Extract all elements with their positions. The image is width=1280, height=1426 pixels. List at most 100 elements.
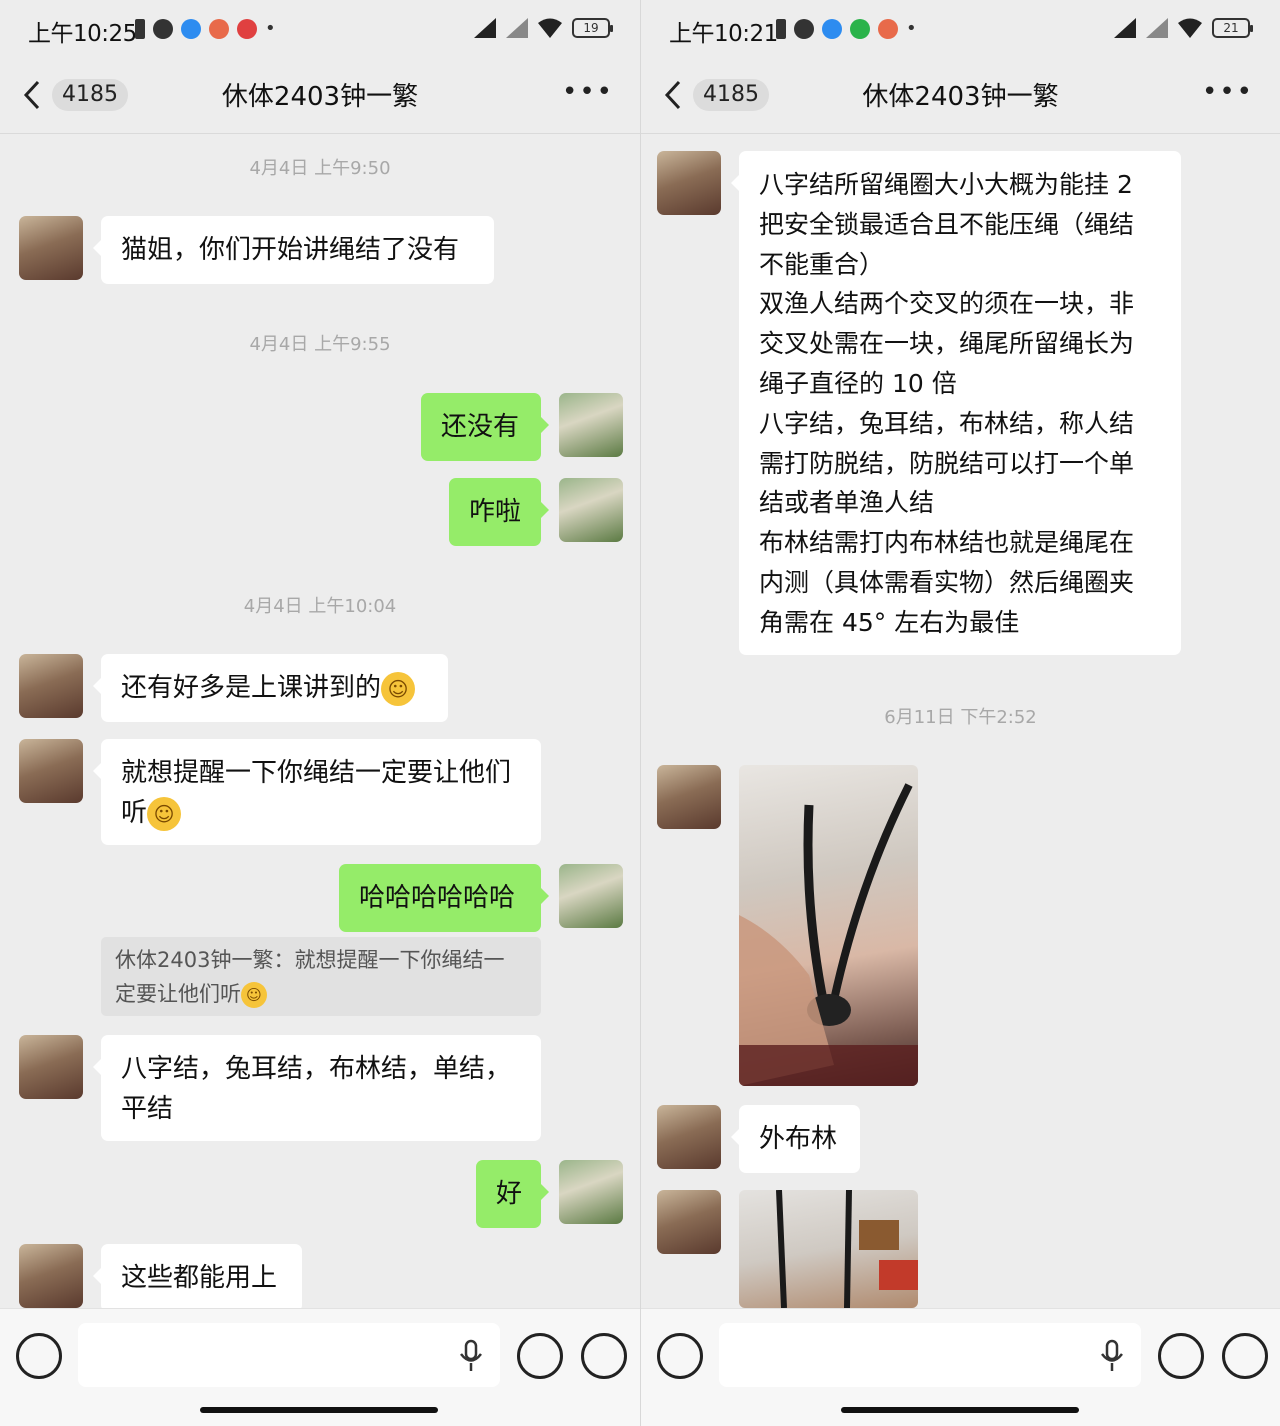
quoted-message[interactable]: 休体2403钟一繁：就想提醒一下你绳结一 定要让他们听 ☺ xyxy=(101,937,541,1016)
message-text: 八字结，兔耳结，布林结，单结， xyxy=(121,1054,512,1084)
message-line: 角需在 45° 左右为最佳 xyxy=(759,607,1020,637)
wechat-icon xyxy=(850,18,870,39)
message-line: 不能重合） xyxy=(759,249,885,279)
laughing-crying-emoji-icon: ☺ xyxy=(147,796,182,831)
alarm-icon xyxy=(153,18,173,39)
status-app-icons: • xyxy=(776,18,917,39)
alipay-icon xyxy=(822,18,842,39)
chat-header: 4185 休体2403钟一繁 ••• xyxy=(0,62,640,134)
message-bubble[interactable]: 外布林 xyxy=(731,1105,860,1173)
message-bubble[interactable]: 就想提醒一下你绳结一定要让他们 听 ☺ xyxy=(93,739,541,845)
signal-icon xyxy=(1146,18,1168,38)
message-bubble[interactable]: 还有好多是上课讲到的 ☺ xyxy=(93,654,448,722)
plus-icon[interactable] xyxy=(1222,1333,1268,1379)
plus-icon[interactable] xyxy=(581,1333,627,1379)
avatar[interactable] xyxy=(19,739,83,803)
home-indicator[interactable] xyxy=(200,1407,438,1413)
message-bubble[interactable]: 这些都能用上 xyxy=(93,1244,302,1312)
chat-header: 4185 休体2403钟一繁 ••• xyxy=(641,62,1280,134)
vibrate-icon xyxy=(135,18,145,39)
message-line: 内测（具体需看实物）然后绳圈夹 xyxy=(759,567,1135,597)
message-line: 把安全锁最适合且不能压绳（绳结 xyxy=(759,209,1135,239)
emoji-icon[interactable] xyxy=(517,1333,563,1379)
avatar[interactable] xyxy=(559,478,623,542)
message-line: 八字结，兔耳结，布林结，称人结 xyxy=(759,408,1135,438)
wifi-icon xyxy=(1178,18,1202,38)
right-chat-screen: 上午10:21 • 21 4185 休体2403钟一繁 ••• 八字结所留绳圈大… xyxy=(640,0,1280,1426)
message-input[interactable] xyxy=(78,1323,500,1387)
message-bubble[interactable]: 八字结所留绳圈大小大概为能挂 2 把安全锁最适合且不能压绳（绳结 不能重合） 双… xyxy=(731,151,1181,655)
laughing-crying-emoji-icon: ☺ xyxy=(241,982,267,1008)
alipay-icon xyxy=(181,18,201,39)
message-line: 八字结所留绳圈大小大概为能挂 2 xyxy=(759,170,1133,199)
message-line: 需打防脱结，防脱结可以打一个单 xyxy=(759,448,1135,478)
avatar[interactable] xyxy=(657,1190,721,1254)
voice-icon[interactable] xyxy=(657,1333,703,1379)
home-indicator[interactable] xyxy=(841,1407,1079,1413)
avatar[interactable] xyxy=(657,1105,721,1169)
dot-icon: • xyxy=(906,18,917,39)
mic-icon[interactable] xyxy=(456,1339,486,1373)
voice-icon[interactable] xyxy=(16,1333,62,1379)
message-line: 结或者单渔人结 xyxy=(759,488,935,518)
avatar[interactable] xyxy=(657,765,721,829)
signal-icon xyxy=(506,18,528,38)
mic-icon[interactable] xyxy=(1097,1339,1127,1373)
grinning-emoji-icon: ☺ xyxy=(381,671,416,706)
signal-icon xyxy=(474,18,496,38)
timestamp: 4月4日 上午9:55 xyxy=(249,334,391,355)
avatar[interactable] xyxy=(559,393,623,457)
chat-title: 休体2403钟一繁 xyxy=(862,82,1059,112)
timestamp: 6月11日 下午2:52 xyxy=(884,707,1037,728)
battery-icon: 19 xyxy=(572,18,613,38)
app-icon xyxy=(878,18,898,39)
status-right: 21 xyxy=(1114,18,1253,38)
message-input[interactable] xyxy=(719,1323,1141,1387)
avatar[interactable] xyxy=(19,1244,83,1308)
avatar[interactable] xyxy=(657,151,721,215)
vibrate-icon xyxy=(776,18,786,39)
status-bar: 上午10:21 • 21 xyxy=(641,0,1280,62)
message-bubble[interactable]: 哈哈哈哈哈哈 xyxy=(339,864,549,932)
message-line: 双渔人结两个交叉的须在一块，非 xyxy=(759,289,1135,319)
app-icon xyxy=(209,18,229,39)
message-text: 还有好多是上课讲到的 xyxy=(121,673,382,703)
avatar[interactable] xyxy=(19,216,83,280)
avatar[interactable] xyxy=(19,654,83,718)
photo-message[interactable] xyxy=(739,765,918,1086)
avatar[interactable] xyxy=(19,1035,83,1099)
quote-text: 定要让他们听 xyxy=(115,982,241,1006)
message-line: 交叉处需在一块，绳尾所留绳长为 xyxy=(759,329,1135,359)
ellipsis-icon[interactable]: ••• xyxy=(562,79,614,105)
message-text: 听 xyxy=(121,798,148,828)
alarm-icon xyxy=(794,18,814,39)
photo-message[interactable] xyxy=(739,1190,918,1308)
message-bubble[interactable]: 猫姐，你们开始讲绳结了没有 xyxy=(93,216,494,284)
chat-title: 休体2403钟一繁 xyxy=(221,82,419,112)
timestamp: 4月4日 上午10:04 xyxy=(243,596,397,617)
app-icon xyxy=(237,18,257,39)
message-bubble[interactable]: 还没有 xyxy=(421,393,549,461)
left-chat-screen: 上午10:25 • 19 4185 休体2403钟一繁 ••• 4月4日 上午9… xyxy=(0,0,640,1426)
status-time: 上午10:21 xyxy=(669,21,778,47)
message-line: 布林结需打内布林结也就是绳尾在 xyxy=(759,528,1135,558)
status-right: 19 xyxy=(474,18,613,38)
status-time: 上午10:25 xyxy=(28,21,137,47)
message-line: 绳子直径的 10 倍 xyxy=(759,368,957,398)
rope-photo xyxy=(739,783,918,1086)
rope-photo xyxy=(776,1190,918,1308)
avatar[interactable] xyxy=(559,1160,623,1224)
emoji-icon[interactable] xyxy=(1158,1333,1204,1379)
ellipsis-icon[interactable]: ••• xyxy=(1202,79,1254,105)
message-bubble[interactable]: 好 xyxy=(476,1160,549,1228)
status-app-icons: • xyxy=(135,18,276,39)
message-text: 平结 xyxy=(121,1094,174,1124)
status-bar: 上午10:25 • 19 xyxy=(0,0,640,62)
dot-icon: • xyxy=(265,18,276,39)
message-bubble[interactable]: 八字结，兔耳结，布林结，单结， 平结 xyxy=(93,1035,541,1141)
wifi-icon xyxy=(538,18,562,38)
signal-icon xyxy=(1114,18,1136,38)
battery-icon: 21 xyxy=(1212,18,1253,38)
message-bubble[interactable]: 咋啦 xyxy=(449,478,549,546)
avatar[interactable] xyxy=(559,864,623,928)
